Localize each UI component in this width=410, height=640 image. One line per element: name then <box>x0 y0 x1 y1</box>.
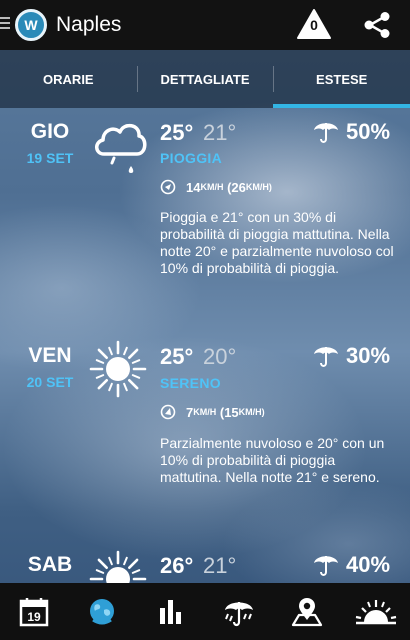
forecast-tabs: ORARIE DETTAGLIATE ESTESE <box>0 50 410 108</box>
umbrella-icon <box>314 123 338 143</box>
forecast-description: Parzialmente nuvoloso e 20° con un 10% d… <box>160 435 385 485</box>
share-button[interactable] <box>362 11 392 39</box>
wind-speed: 7 <box>186 404 194 420</box>
tab-dettagliate[interactable]: DETTAGLIATE <box>136 50 274 108</box>
sun-icon <box>89 550 147 583</box>
nav-sun[interactable] <box>342 583 410 640</box>
umbrella-icon <box>314 556 338 576</box>
sun-ray <box>128 379 139 390</box>
sun-ray <box>97 379 108 390</box>
globe-icon <box>90 598 115 624</box>
alert-count: 0 <box>310 17 318 33</box>
sun-ray <box>108 382 113 392</box>
share-icon <box>364 12 390 38</box>
sun-ray <box>131 374 141 379</box>
location-title[interactable]: Naples <box>56 13 121 37</box>
pop-value: 40% <box>346 552 391 577</box>
forecast-day-thursday: GIO 19 SET 25° 21° PIOGGIA 14 KM/H (26 KM/… <box>0 108 410 338</box>
map-pin-icon <box>292 597 323 626</box>
nav-globe[interactable] <box>68 583 136 640</box>
day-name: VEN <box>28 344 72 367</box>
day-name: SAB <box>27 553 73 576</box>
wind-gust: (15 <box>219 404 239 420</box>
condition-label: PIOGGIA <box>160 150 222 166</box>
precipitation-chance: 50% <box>312 118 390 146</box>
temp-min: 20° <box>203 344 237 369</box>
wind-direction-icon <box>160 404 176 420</box>
sun-ray <box>95 374 105 379</box>
sun-ray <box>131 359 141 364</box>
wind-speed: 14 <box>186 179 201 195</box>
app-logo-icon[interactable]: W <box>15 9 47 41</box>
forecast-day-friday: VEN 20 SET 25° 20° SERENO 7 KM/H (15 KM/H)… <box>0 332 410 542</box>
pop-value: 50% <box>346 119 391 144</box>
sun-ray <box>123 556 128 566</box>
nav-charts[interactable] <box>137 583 205 640</box>
day-date: 19 SET <box>26 150 74 166</box>
alert-button[interactable]: 0 <box>296 8 332 40</box>
sun-ray <box>108 556 113 566</box>
tab-estese[interactable]: ESTESE <box>273 50 410 108</box>
sun-ray <box>123 382 128 392</box>
calendar-icon: 19 <box>19 597 49 626</box>
rain-cloud-icon <box>92 114 148 181</box>
precipitation-chance: 30% <box>312 342 390 370</box>
temp-max: 25° <box>160 120 194 145</box>
wind-gust-unit: KM/H) <box>238 407 265 417</box>
nav-calendar[interactable]: 19 <box>0 583 68 640</box>
bottom-navigation: 19 <box>0 583 410 640</box>
sunset-icon <box>355 599 397 624</box>
day-date: 20 SET <box>26 374 74 390</box>
tab-orarie[interactable]: ORARIE <box>0 50 137 108</box>
umbrella-icon <box>314 347 338 367</box>
calendar-day-number: 19 <box>27 610 41 624</box>
sun-ray <box>123 346 128 356</box>
wind-direction-icon <box>160 179 176 195</box>
temp-max: 25° <box>160 344 194 369</box>
app-bar: W Naples 0 <box>0 0 410 50</box>
sun-ray <box>95 359 105 364</box>
temp-max: 26° <box>160 553 194 578</box>
forecast-day-saturday: SAB 26° 21° 40% <box>0 548 410 583</box>
wind-gust-unit: KM/H) <box>245 182 272 192</box>
precipitation-chance: 40% <box>312 551 390 579</box>
menu-icon[interactable] <box>0 17 12 33</box>
nav-map[interactable] <box>273 583 341 640</box>
condition-label: SERENO <box>160 375 221 391</box>
pop-value: 30% <box>346 343 391 368</box>
sun-ray <box>108 346 113 356</box>
bar-chart-icon <box>159 599 181 624</box>
wind-info: 7 KM/H (15 KM/H) <box>160 402 265 422</box>
sun-ray <box>128 348 139 359</box>
rain-umbrella-icon <box>225 601 254 626</box>
temp-min: 21° <box>203 120 237 145</box>
sun-ray <box>97 558 108 569</box>
wind-unit: KM/H <box>193 407 217 417</box>
sun-ray <box>131 569 141 574</box>
wind-info: 14 KM/H (26 KM/H) <box>160 177 272 197</box>
day-name: GIO <box>30 120 70 143</box>
sun-ray <box>97 348 108 359</box>
wind-gust: (26 <box>227 179 246 195</box>
sun-ray <box>95 569 105 574</box>
forecast-description: Pioggia e 21° con un 30% di probabilità … <box>160 209 394 276</box>
temp-min: 21° <box>203 553 237 578</box>
sun-ray <box>128 558 139 569</box>
sun-icon <box>89 340 147 403</box>
wind-unit: KM/H <box>200 182 224 192</box>
nav-precipitation[interactable] <box>205 583 273 640</box>
